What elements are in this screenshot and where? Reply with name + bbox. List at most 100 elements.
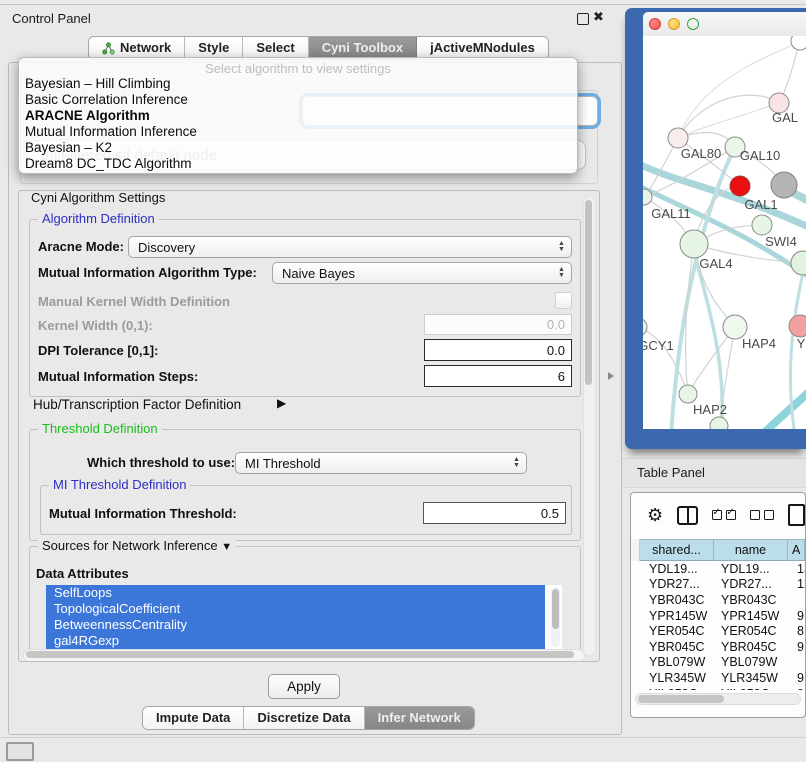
table-row[interactable]: YDR27...YDR27...12 bbox=[631, 577, 805, 593]
network-node[interactable] bbox=[668, 128, 688, 148]
algorithm-option[interactable]: Bayesian – Hill Climbing bbox=[19, 76, 577, 92]
table-cell: 9. bbox=[791, 687, 805, 690]
cyni-algorithm-settings-panel: Cyni Algorithm Settings Algorithm Defini… bbox=[18, 190, 600, 662]
table-row[interactable]: YLR345WYLR345W9. bbox=[631, 670, 805, 686]
network-node[interactable] bbox=[752, 215, 772, 235]
table-cell: YBR045C bbox=[631, 640, 713, 654]
algorithm-option[interactable]: Bayesian – K2 bbox=[19, 140, 577, 156]
network-canvas[interactable]: GALGAL80GAL10GAL11GAL1SWI4GAL4GCY1HAP4YH… bbox=[643, 36, 806, 429]
table-row[interactable]: YBR043CYBR043C bbox=[631, 592, 805, 608]
mi-threshold-input[interactable]: 0.5 bbox=[423, 502, 566, 524]
settings-group-title: Cyni Algorithm Settings bbox=[27, 190, 169, 205]
network-window: GALGAL80GAL10GAL11GAL1SWI4GAL4GCY1HAP4YH… bbox=[625, 8, 806, 449]
algorithm-option[interactable]: Mutual Information Inference bbox=[19, 124, 577, 140]
combo-stepper-icon: ▲▼ bbox=[555, 238, 568, 256]
document-icon[interactable] bbox=[788, 504, 805, 526]
table-cell: YLR345W bbox=[631, 671, 713, 685]
column-header-a[interactable]: A bbox=[788, 539, 805, 561]
algorithm-option[interactable]: ARACNE Algorithm bbox=[19, 108, 577, 124]
table-row[interactable]: YBL079WYBL079W bbox=[631, 655, 805, 671]
network-node-label: Y bbox=[797, 336, 806, 351]
kernel-width-input[interactable]: 0.0 bbox=[424, 314, 572, 335]
aracne-mode-combobox[interactable]: Discovery ▲▼ bbox=[128, 236, 572, 258]
table-row[interactable]: YPR145WYPR145W9. bbox=[631, 608, 805, 624]
select-all-checkboxes-icon[interactable] bbox=[712, 510, 736, 520]
table-cell: 8. bbox=[791, 624, 805, 638]
table-cell: YBL079W bbox=[631, 655, 713, 669]
network-node[interactable] bbox=[643, 318, 647, 336]
table-cell: YER054C bbox=[713, 624, 791, 638]
hub-expand-icon[interactable]: ▶ bbox=[277, 396, 286, 410]
manual-kernel-checkbox[interactable] bbox=[555, 292, 572, 309]
table-row[interactable]: YBR045CYBR045C9. bbox=[631, 639, 805, 655]
which-threshold-value: MI Threshold bbox=[245, 456, 321, 471]
table-cell: 9. bbox=[791, 640, 805, 654]
minimized-panel-tab[interactable] bbox=[6, 742, 34, 761]
table-row[interactable]: YER054CYER054C8. bbox=[631, 623, 805, 639]
data-attributes-list: SelfLoopsTopologicalCoefficientBetweenne… bbox=[46, 585, 562, 651]
table-cell: YER054C bbox=[631, 624, 713, 638]
column-header-name[interactable]: name bbox=[714, 539, 788, 561]
tab-discretize-data[interactable]: Discretize Data bbox=[244, 707, 364, 729]
data-attribute-item[interactable]: TopologicalCoefficient bbox=[46, 601, 545, 617]
tab-jactivemnodules[interactable]: jActiveMNodules bbox=[417, 37, 548, 59]
network-node[interactable] bbox=[730, 176, 750, 196]
splitter-handle-icon[interactable] bbox=[608, 372, 614, 380]
algorithm-definition-group: Algorithm Definition Aracne Mode: Discov… bbox=[29, 219, 581, 397]
mi-threshold-label: Mutual Information Threshold: bbox=[49, 506, 237, 521]
table-horizontal-scrollbar[interactable] bbox=[635, 693, 801, 705]
network-node[interactable] bbox=[710, 417, 728, 429]
table-row[interactable]: YIL052CYIL052C9. bbox=[631, 686, 805, 690]
table-cell: YDR27... bbox=[631, 577, 713, 591]
network-node[interactable] bbox=[680, 230, 708, 258]
which-threshold-combobox[interactable]: MI Threshold ▲▼ bbox=[235, 452, 527, 474]
data-attribute-item[interactable]: BetweennessCentrality bbox=[46, 617, 545, 633]
network-node-label: HAP4 bbox=[742, 336, 776, 351]
threshold-definition-title: Threshold Definition bbox=[38, 421, 162, 436]
gear-icon[interactable]: ⚙ bbox=[647, 506, 663, 524]
network-node[interactable] bbox=[771, 172, 797, 198]
zoom-light-icon[interactable] bbox=[687, 18, 699, 30]
apply-button[interactable]: Apply bbox=[268, 674, 340, 699]
settings-vertical-scrollbar[interactable] bbox=[583, 196, 596, 656]
network-node[interactable] bbox=[679, 385, 697, 403]
network-window-titlebar[interactable] bbox=[643, 12, 806, 36]
data-attribute-item[interactable]: SelfLoops bbox=[46, 585, 545, 601]
algorithm-option[interactable]: Basic Correlation Inference bbox=[19, 92, 577, 108]
table-row[interactable]: YDL19...YDL19...13 bbox=[631, 561, 805, 577]
settings-horizontal-scrollbar[interactable] bbox=[23, 649, 585, 662]
network-node-label: GAL bbox=[772, 110, 798, 125]
column-header-shared[interactable]: shared... bbox=[640, 539, 714, 561]
close-light-icon[interactable] bbox=[649, 18, 661, 30]
attr-list-scrollbar[interactable] bbox=[551, 587, 560, 647]
columns-icon[interactable] bbox=[677, 506, 698, 525]
network-node[interactable] bbox=[791, 36, 806, 50]
network-node[interactable] bbox=[789, 315, 806, 337]
combo-stepper-icon: ▲▼ bbox=[510, 454, 523, 472]
row-gutter bbox=[631, 539, 640, 561]
minimize-light-icon[interactable] bbox=[668, 18, 680, 30]
deselect-all-checkboxes-icon[interactable] bbox=[750, 510, 774, 520]
algorithm-option[interactable]: Dream8 DC_TDC Algorithm bbox=[19, 156, 577, 172]
tab-network[interactable]: Network bbox=[89, 37, 185, 59]
tab-cyni-toolbox[interactable]: Cyni Toolbox bbox=[309, 37, 417, 59]
tab-select[interactable]: Select bbox=[243, 37, 308, 59]
sources-collapse-icon[interactable]: ▼ bbox=[221, 541, 232, 553]
table-cell: YBR043C bbox=[713, 593, 791, 607]
float-panel-icon[interactable] bbox=[577, 13, 589, 25]
table-cell: YDL19... bbox=[713, 562, 791, 576]
close-icon[interactable]: ✖ bbox=[593, 9, 604, 25]
threshold-definition-group: Threshold Definition Which threshold to … bbox=[29, 429, 581, 541]
tab-style[interactable]: Style bbox=[185, 37, 243, 59]
tab-impute-data[interactable]: Impute Data bbox=[143, 707, 244, 729]
mi-type-combobox[interactable]: Naive Bayes ▲▼ bbox=[272, 262, 572, 284]
table-cell: 9. bbox=[791, 609, 805, 623]
network-node[interactable] bbox=[791, 251, 806, 275]
mi-steps-input[interactable]: 6 bbox=[424, 365, 572, 387]
network-node-label: GCY1 bbox=[643, 338, 674, 353]
table-cell: YDL19... bbox=[631, 562, 713, 576]
data-attribute-item[interactable]: gal4RGexp bbox=[46, 633, 545, 649]
dpi-tolerance-input[interactable]: 0.0 bbox=[424, 339, 572, 361]
tab-infer-network[interactable]: Infer Network bbox=[365, 707, 474, 729]
mi-steps-label: Mutual Information Steps: bbox=[38, 369, 198, 384]
